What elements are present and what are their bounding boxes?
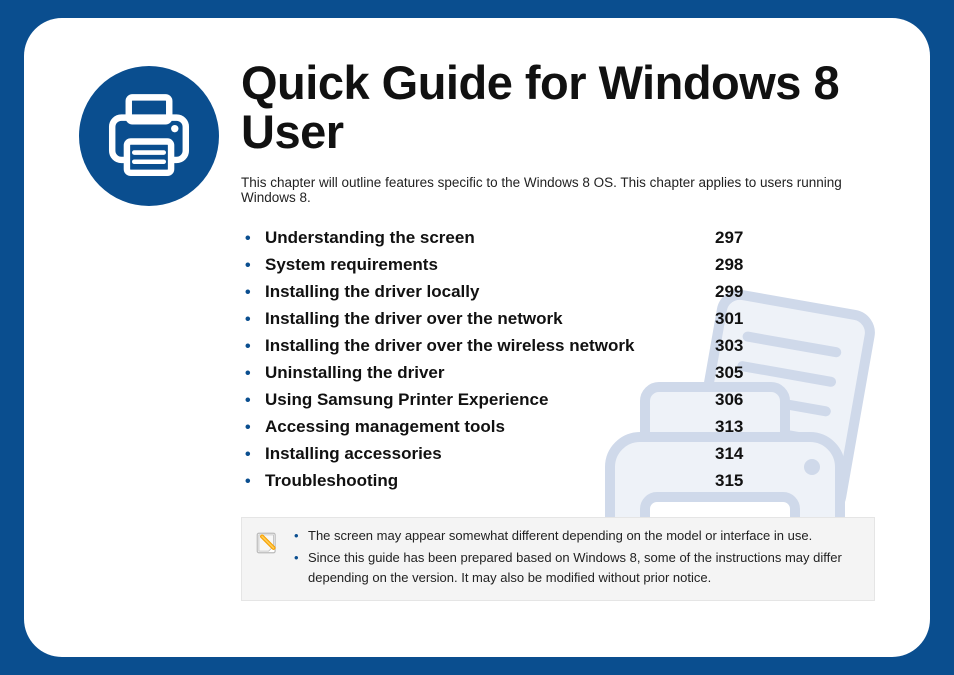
- toc-page: 306: [715, 390, 775, 410]
- note-icon: [254, 526, 282, 590]
- toc-item[interactable]: •Troubleshooting315: [245, 468, 875, 495]
- toc-item[interactable]: •Understanding the screen297: [245, 225, 875, 252]
- toc-label: Installing the driver over the wireless …: [265, 336, 634, 356]
- toc-item[interactable]: •System requirements298: [245, 252, 875, 279]
- note-list: The screen may appear somewhat different…: [294, 526, 856, 590]
- printer-icon: [79, 66, 219, 206]
- toc-page: 314: [715, 444, 775, 464]
- toc-label: Installing the driver over the network: [265, 309, 563, 329]
- toc-label: Troubleshooting: [265, 471, 398, 491]
- toc-item[interactable]: •Uninstalling the driver305: [245, 360, 875, 387]
- toc-label: Using Samsung Printer Experience: [265, 390, 548, 410]
- toc-label: Installing the driver locally: [265, 282, 479, 302]
- toc-label: Accessing management tools: [265, 417, 505, 437]
- header-row: Quick Guide for Windows 8 User This chap…: [79, 58, 875, 601]
- toc-label: Understanding the screen: [265, 228, 475, 248]
- toc-label: System requirements: [265, 255, 438, 275]
- toc-item[interactable]: •Accessing management tools313: [245, 414, 875, 441]
- note-box: The screen may appear somewhat different…: [241, 517, 875, 601]
- toc-item[interactable]: •Using Samsung Printer Experience306: [245, 387, 875, 414]
- toc-item[interactable]: •Installing the driver over the network3…: [245, 306, 875, 333]
- note-item: Since this guide has been prepared based…: [294, 548, 856, 588]
- page-frame: Quick Guide for Windows 8 User This chap…: [24, 18, 930, 657]
- toc-item[interactable]: •Installing the driver over the wireless…: [245, 333, 875, 360]
- toc-page: 315: [715, 471, 775, 491]
- toc-page: 297: [715, 228, 775, 248]
- toc-page: 299: [715, 282, 775, 302]
- toc-item[interactable]: •Installing the driver locally299: [245, 279, 875, 306]
- page-title: Quick Guide for Windows 8 User: [241, 58, 875, 157]
- chapter-intro: This chapter will outline features speci…: [241, 175, 875, 205]
- toc-page: 313: [715, 417, 775, 437]
- toc-label: Installing accessories: [265, 444, 442, 464]
- toc-page: 305: [715, 363, 775, 383]
- toc-page: 301: [715, 309, 775, 329]
- toc-page: 303: [715, 336, 775, 356]
- toc-list: •Understanding the screen297 •System req…: [245, 225, 875, 495]
- toc-page: 298: [715, 255, 775, 275]
- toc-label: Uninstalling the driver: [265, 363, 444, 383]
- toc-item[interactable]: •Installing accessories314: [245, 441, 875, 468]
- note-item: The screen may appear somewhat different…: [294, 526, 856, 546]
